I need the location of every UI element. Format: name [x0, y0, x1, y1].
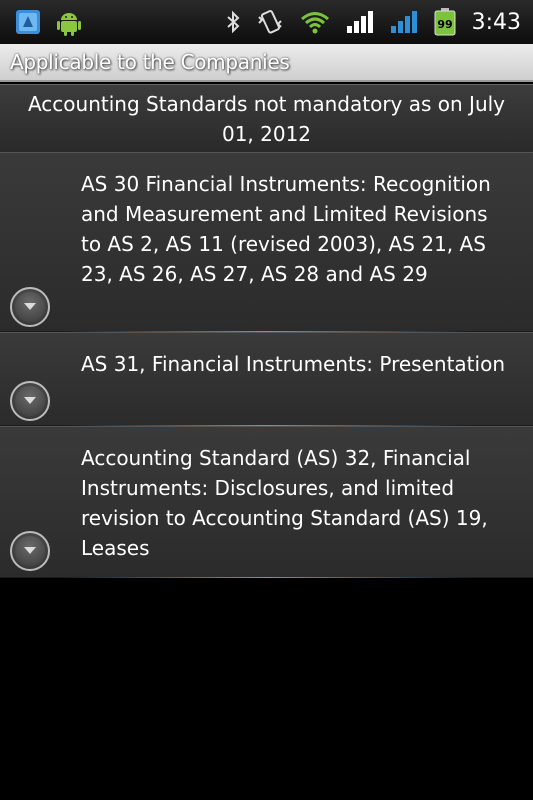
list-item-label: AS 31, Financial Instruments: Presentati… — [81, 352, 505, 376]
expand-button[interactable] — [10, 531, 50, 571]
list-header: Accounting Standards not mandatory as on… — [0, 84, 533, 152]
screen-title: Applicable to the Companies — [10, 50, 290, 74]
signal-icon — [346, 11, 373, 33]
battery-level: 99 — [437, 18, 452, 31]
wifi-icon — [300, 12, 329, 34]
bluetooth-icon — [226, 10, 240, 34]
list-item-label: Accounting Standard (AS) 32, Financial I… — [81, 446, 488, 560]
chevron-down-icon — [24, 547, 36, 554]
title-bar: Applicable to the Companies — [0, 44, 533, 82]
status-bar: 99 3:43 — [0, 0, 533, 44]
app-notification-icon — [16, 10, 40, 34]
chevron-down-icon — [24, 397, 36, 404]
chevron-down-icon — [24, 303, 36, 310]
list-item-label: AS 30 Financial Instruments: Recognition… — [81, 172, 491, 286]
list-item[interactable]: AS 31, Financial Instruments: Presentati… — [0, 332, 533, 426]
list-item[interactable]: AS 30 Financial Instruments: Recognition… — [0, 152, 533, 332]
expand-button[interactable] — [10, 287, 50, 327]
vibrate-icon — [257, 10, 282, 34]
expand-button[interactable] — [10, 381, 50, 421]
list-header-title: Accounting Standards not mandatory as on… — [27, 91, 506, 146]
notification-area[interactable] — [0, 7, 84, 37]
list-item[interactable]: Accounting Standard (AS) 32, Financial I… — [0, 426, 533, 578]
battery-icon: 99 — [434, 8, 456, 36]
standards-list: AS 30 Financial Instruments: Recognition… — [0, 152, 533, 578]
android-icon — [57, 13, 81, 36]
clock: 3:43 — [471, 9, 521, 35]
data-signal-icon — [390, 11, 417, 33]
